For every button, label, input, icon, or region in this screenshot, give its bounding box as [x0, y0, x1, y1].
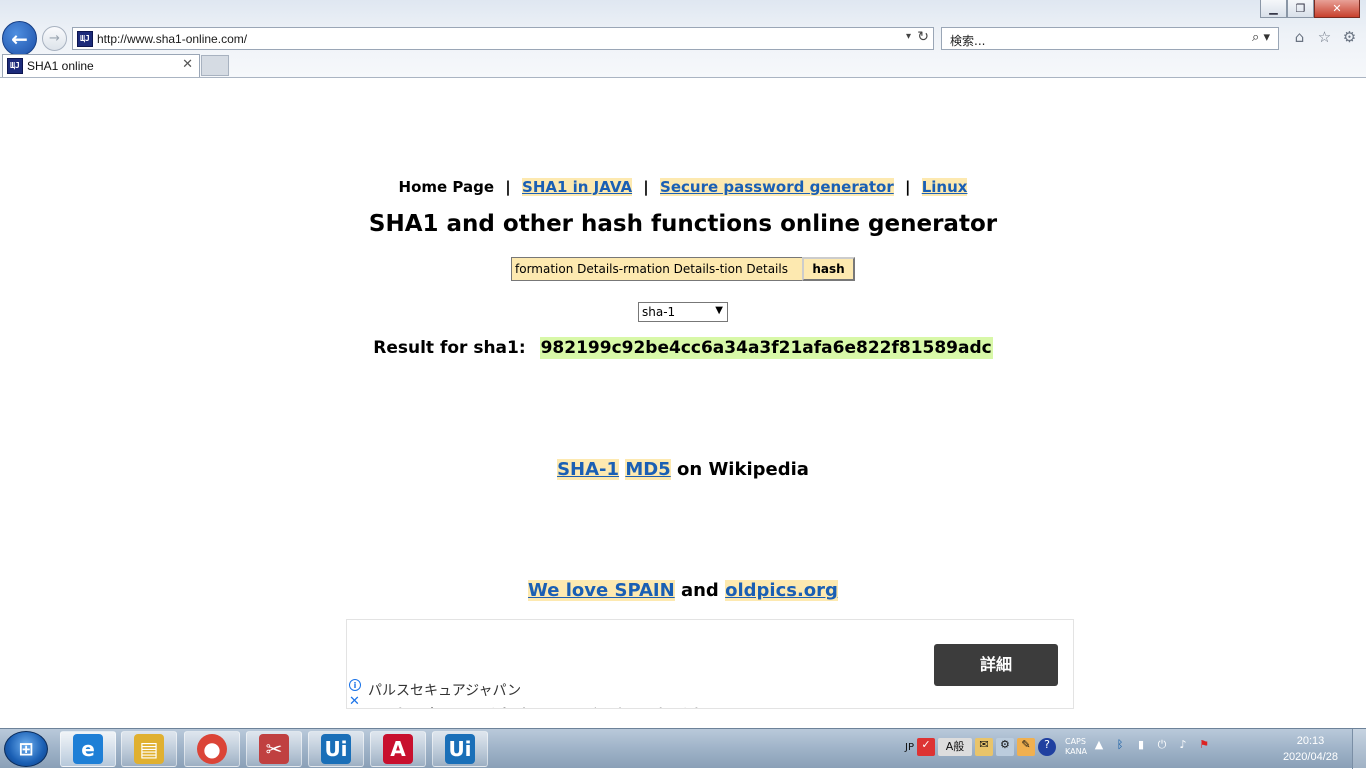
chevron-down-icon: ▼	[715, 305, 723, 316]
wikipedia-links: SHA-1 MD5 on Wikipedia	[0, 459, 1366, 480]
ad-advertiser: パルスセキュアジャパン	[368, 683, 522, 699]
arrow-right-icon: →	[49, 31, 60, 46]
uipath-icon: Ui	[445, 734, 475, 764]
taskbar-app-internet-explorer[interactable]: e	[60, 731, 116, 767]
back-button[interactable]: ←	[2, 21, 37, 56]
ad-details-button[interactable]: 詳細	[934, 644, 1058, 686]
power-plug-icon[interactable]: ⏻	[1153, 738, 1171, 756]
settings-gear-icon[interactable]: ⚙	[1340, 28, 1359, 47]
system-tray: JP ✓ A般 ✉ ⚙ ✎ ? CAPS KANA ▲ ᛒ ▮ ⏻ ♪ ⚑	[905, 737, 1213, 757]
and-text: and	[680, 580, 719, 601]
uipath-icon: Ui	[321, 734, 351, 764]
clock-date: 2020/04/28	[1282, 751, 1338, 763]
taskbar-app-uipath[interactable]: Ui	[308, 731, 364, 767]
web-page: Home Page | SHA1 in JAVA | Secure passwo…	[0, 79, 1366, 728]
scissors-icon: ✂	[259, 734, 289, 764]
new-tab-button[interactable]	[201, 55, 229, 76]
system-clock[interactable]: 20:13 2020/04/28	[1283, 733, 1338, 765]
show-hidden-icons-icon[interactable]: ▲	[1090, 738, 1108, 756]
ad-info-icon[interactable]: i	[349, 679, 361, 691]
ad-close-icon[interactable]: ✕	[349, 694, 360, 708]
page-title: SHA1 and other hash functions online gen…	[368, 211, 998, 237]
taskbar-app-file-explorer[interactable]: ▤	[121, 731, 177, 767]
hash-input[interactable]	[511, 257, 802, 281]
favorites-star-icon[interactable]: ☆	[1315, 28, 1334, 47]
hash-button[interactable]: hash	[802, 257, 855, 281]
nav-separator: |	[505, 178, 511, 196]
start-button[interactable]: ⊞	[4, 731, 48, 767]
caps-label: CAPS	[1064, 737, 1086, 746]
ime-pad-icon[interactable]: ✎	[1016, 738, 1035, 756]
algorithm-select[interactable]: sha-1 ▼	[638, 302, 728, 322]
tab-title: SHA1 online	[27, 59, 94, 73]
url-text: http://www.sha1-online.com/	[97, 32, 248, 46]
windows-logo-icon: ⊞	[18, 738, 34, 760]
result-hash: 982199c92be4cc6a34a3f21afa6e822f81589adc	[539, 337, 993, 359]
home-page-text: Home Page	[398, 178, 495, 196]
search-box[interactable]: 検索... ⌕ ▾	[941, 27, 1279, 50]
refresh-icon[interactable]: ↻	[917, 29, 929, 45]
kana-label: KANA	[1064, 747, 1088, 756]
address-url[interactable]: http://www.sha1-online.com/	[97, 32, 247, 46]
toolbar-icons: ⌂ ☆ ⚙	[1290, 28, 1359, 47]
link-sha1-wikipedia[interactable]: SHA-1	[557, 459, 620, 480]
link-password-generator[interactable]: Secure password generator	[660, 178, 894, 196]
close-window-button[interactable]: ✕	[1314, 0, 1360, 18]
home-icon[interactable]: ⌂	[1290, 28, 1309, 47]
ime-dictionary-icon[interactable]: ✉	[974, 738, 993, 756]
link-we-love-spain[interactable]: We love SPAIN	[528, 580, 675, 601]
pdf-icon: A	[383, 734, 413, 764]
bluetooth-icon[interactable]: ᛒ	[1111, 738, 1129, 756]
advertisement-banner[interactable]: 詳細 i ✕ パルスセキュアジャパン 緊急時でも社内への安全な接続を	[346, 619, 1074, 709]
language-indicator[interactable]: JP	[905, 742, 914, 753]
taskbar-app-adobe-reader[interactable]: A	[370, 731, 426, 767]
link-md5-wikipedia[interactable]: MD5	[625, 459, 671, 480]
network-signal-icon[interactable]: ▮	[1132, 738, 1150, 756]
tab-close-icon[interactable]: ✕	[182, 57, 193, 72]
ime-mode-icon[interactable]: A般	[937, 738, 972, 756]
clock-time: 20:13	[1296, 735, 1325, 747]
taskbar-app-uipath-2[interactable]: Ui	[432, 731, 488, 767]
partner-links: We love SPAIN and oldpics.org	[0, 580, 1366, 601]
ad-headline[interactable]: 緊急時でも社内への安全な接続を	[368, 700, 728, 708]
link-linux[interactable]: Linux	[921, 178, 968, 196]
algorithm-selected: sha-1	[642, 305, 676, 319]
site-favicon-icon: ЩЈ	[77, 31, 93, 47]
search-icon[interactable]: ⌕ ▾	[1252, 30, 1270, 45]
taskbar-app-snipping-tool[interactable]: ✂	[246, 731, 302, 767]
internet-explorer-icon: e	[73, 734, 103, 764]
browser-chrome: ▁ ❐ ✕ ← → ЩЈ http://www.sha1-online.com/…	[0, 0, 1366, 78]
action-center-flag-icon[interactable]: ⚑	[1195, 738, 1213, 756]
ime-tools-icon[interactable]: ⚙	[995, 738, 1014, 756]
chrome-icon: ●	[197, 734, 227, 764]
help-icon[interactable]: ?	[1037, 738, 1056, 756]
link-sha1-java[interactable]: SHA1 in JAVA	[522, 178, 633, 196]
address-dropdown-icon[interactable]: ▾	[906, 31, 911, 42]
result-label: Result for sha1:	[373, 338, 526, 358]
volume-icon[interactable]: ♪	[1174, 738, 1192, 756]
nav-separator: |	[643, 178, 649, 196]
hash-form: hash	[511, 257, 855, 281]
link-oldpics[interactable]: oldpics.org	[725, 580, 838, 601]
minimize-button[interactable]: ▁	[1260, 0, 1287, 18]
arrow-left-icon: ←	[11, 26, 28, 51]
wikipedia-suffix: on Wikipedia	[677, 459, 809, 480]
result-line: Result for sha1: 982199c92be4cc6a34a3f21…	[0, 337, 1366, 359]
restore-button[interactable]: ❐	[1287, 0, 1314, 18]
address-bar[interactable]: ЩЈ http://www.sha1-online.com/ ▾ ↻	[72, 27, 934, 50]
antivirus-icon[interactable]: ✓	[916, 738, 935, 756]
show-desktop-button[interactable]	[1352, 729, 1366, 769]
browser-tab[interactable]: ЩЈ SHA1 online ✕	[2, 54, 200, 77]
tab-favicon-icon: ЩЈ	[7, 58, 23, 74]
caps-kana-indicator: CAPS KANA	[1065, 737, 1087, 757]
forward-button[interactable]: →	[42, 26, 67, 51]
window-controls: ▁ ❐ ✕	[1260, 0, 1360, 18]
search-placeholder: 検索...	[950, 34, 986, 48]
top-navigation: Home Page | SHA1 in JAVA | Secure passwo…	[0, 178, 1366, 196]
taskbar-app-chrome[interactable]: ●	[184, 731, 240, 767]
windows-taskbar: ⊞ e ▤ ● ✂ Ui A Ui JP ✓ A般 ✉ ⚙ ✎ ? CAPS K…	[0, 728, 1366, 769]
nav-separator: |	[904, 178, 911, 196]
folder-icon: ▤	[134, 734, 164, 764]
